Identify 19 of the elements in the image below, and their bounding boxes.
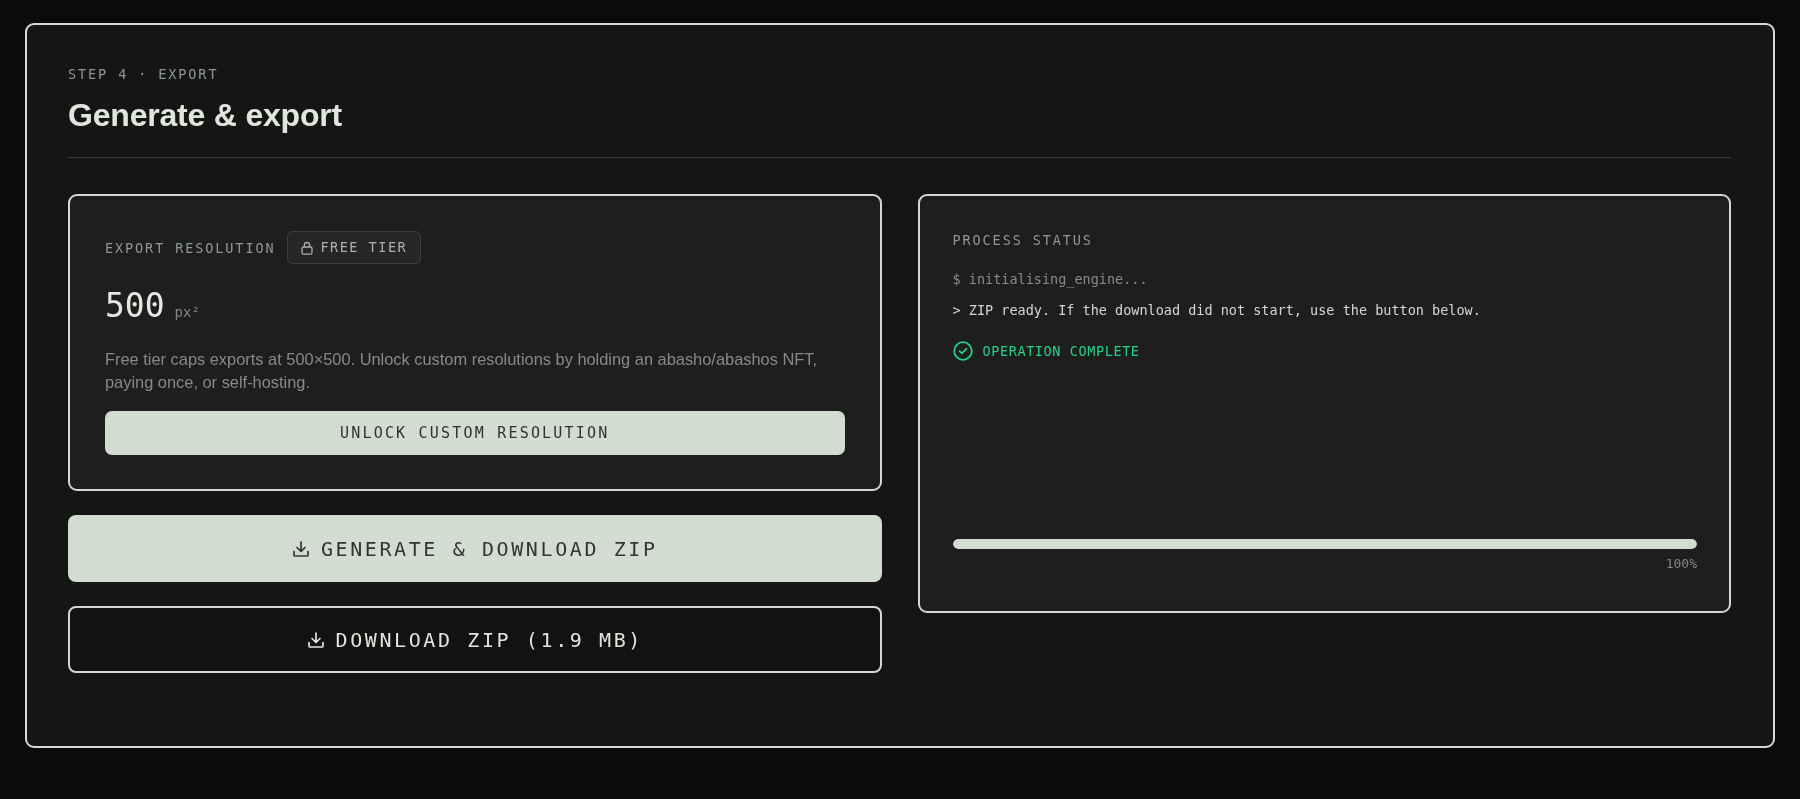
lock-icon	[301, 240, 314, 255]
download-icon	[291, 539, 310, 558]
resolution-unit: px²	[174, 304, 200, 320]
tier-description: Free tier caps exports at 500×500. Unlock custom resolutions by holding an abasho/abashos NFT, paying once, or self-hosting.	[105, 349, 819, 393]
generate-button[interactable]: GENERATE & DOWNLOAD ZIP	[68, 515, 882, 582]
output-line: > ZIP ready. If the download did not start, use the button below.	[952, 301, 1481, 320]
status-title: PROCESS STATUS	[952, 231, 1094, 249]
step-label: STEP 4 · EXPORT	[68, 65, 220, 83]
download-icon	[306, 630, 325, 649]
section-title: Generate & export	[68, 97, 344, 133]
resolution-label: EXPORT RESOLUTION	[105, 238, 276, 257]
command-line: $ initialising_engine...	[952, 270, 1148, 289]
resolution-value: 500	[105, 286, 165, 326]
tier-label: FREE TIER	[320, 239, 408, 256]
status-text: OPERATION COMPLETE	[982, 342, 1140, 361]
progress-percent: 100%	[1665, 555, 1697, 573]
unlock-button[interactable]: UNLOCK CUSTOM RESOLUTION	[105, 411, 845, 455]
download-button[interactable]: DOWNLOAD ZIP (1.9 MB)	[68, 606, 882, 673]
check-circle-icon	[952, 341, 973, 361]
